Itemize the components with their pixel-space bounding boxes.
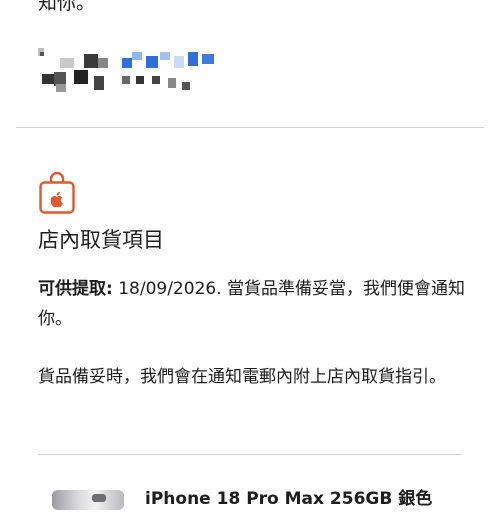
pickup-label: 可供提取: [38,279,113,299]
in-store-pickup-title: 店內取貨項目 [38,228,164,252]
item-divider [38,454,462,455]
redacted-store-info [38,48,218,98]
section-divider [16,127,484,128]
previous-paragraph-tail: 知你。 [38,0,96,14]
apple-bag-icon [38,171,76,214]
product-name[interactable]: iPhone 18 Pro Max 256GB 銀色 [145,485,432,513]
product-image [52,490,124,510]
pickup-availability: 可供提取: 18/09/2026. 當貨品準備妥當，我們便會通知你。 [38,274,468,334]
email-body: 知你。 店內取貨項目 可供提取: 18/09/2026. 當貨品準備妥當，我們便… [0,0,500,510]
pickup-instructions-notice: 貨品備妥時，我們會在通知電郵內附上店內取貨指引。 [38,367,446,387]
